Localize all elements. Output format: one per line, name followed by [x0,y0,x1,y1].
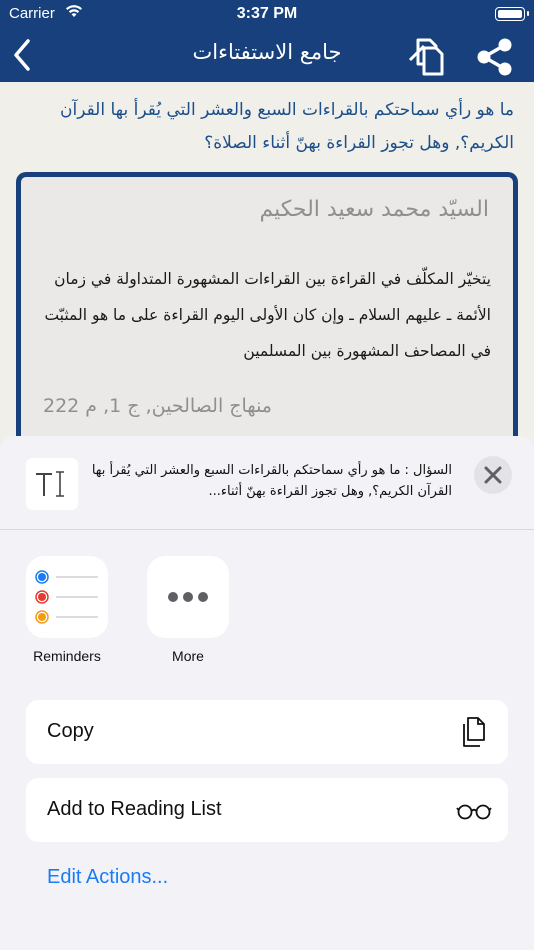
back-button[interactable] [8,37,40,73]
close-button[interactable] [474,456,512,494]
answer-text: يتخيّر المكلّف في القراءة بين القراءات ا… [44,270,491,360]
add-to-reading-list-action[interactable]: Add to Reading List [26,778,508,842]
share-sheet: السؤال : ما هو رأي سماحتكم بالقراءات الس… [0,436,534,950]
copy-action-label: Copy [47,720,94,742]
copy-icon [408,38,444,76]
status-bar: Carrier 3:37 PM [0,0,534,28]
share-icon [477,38,512,76]
nav-bar: جامع الاستفتاءات [0,28,534,82]
clock: 3:37 PM [236,5,298,22]
source-reference: منهاج الصالحين, ج 1, م 222 [43,395,272,417]
app-label-more: More [172,648,204,664]
edit-actions-link[interactable]: Edit Actions... [47,866,168,889]
share-preview-text: السؤال : ما هو رأي سماحتكم بالقراءات الس… [91,463,452,499]
text-document-icon [26,458,78,510]
share-app-more[interactable]: More [138,556,238,664]
battery-icon [495,7,529,21]
answer-card: السيّد محمد سعيد الحكيم يتخيّر المكلّف ف… [16,172,518,452]
share-sheet-header: السؤال : ما هو رأي سماحتكم بالقراءات الس… [0,436,534,530]
copy-icon [456,714,492,750]
reminders-icon [26,556,108,638]
copy-action[interactable]: Copy [26,700,508,764]
close-icon [484,466,502,484]
page-title: جامع الاستفتاءات [192,40,342,64]
question-text: ما هو رأي سماحتكم بالقراءات السبع والعشر… [60,100,514,153]
reading-list-action-label: Add to Reading List [47,798,222,820]
share-app-reminders[interactable]: Reminders [17,556,117,664]
scholar-name: السيّد محمد سعيد الحكيم [259,197,489,222]
copy-button[interactable] [404,34,452,78]
question-detail: ما هو رأي سماحتكم بالقراءات السبع والعشر… [0,82,534,452]
chevron-left-icon [14,39,30,71]
app-label-reminders: Reminders [33,648,101,664]
more-icon [147,556,229,638]
glasses-icon [456,792,492,828]
share-button[interactable] [474,36,516,78]
